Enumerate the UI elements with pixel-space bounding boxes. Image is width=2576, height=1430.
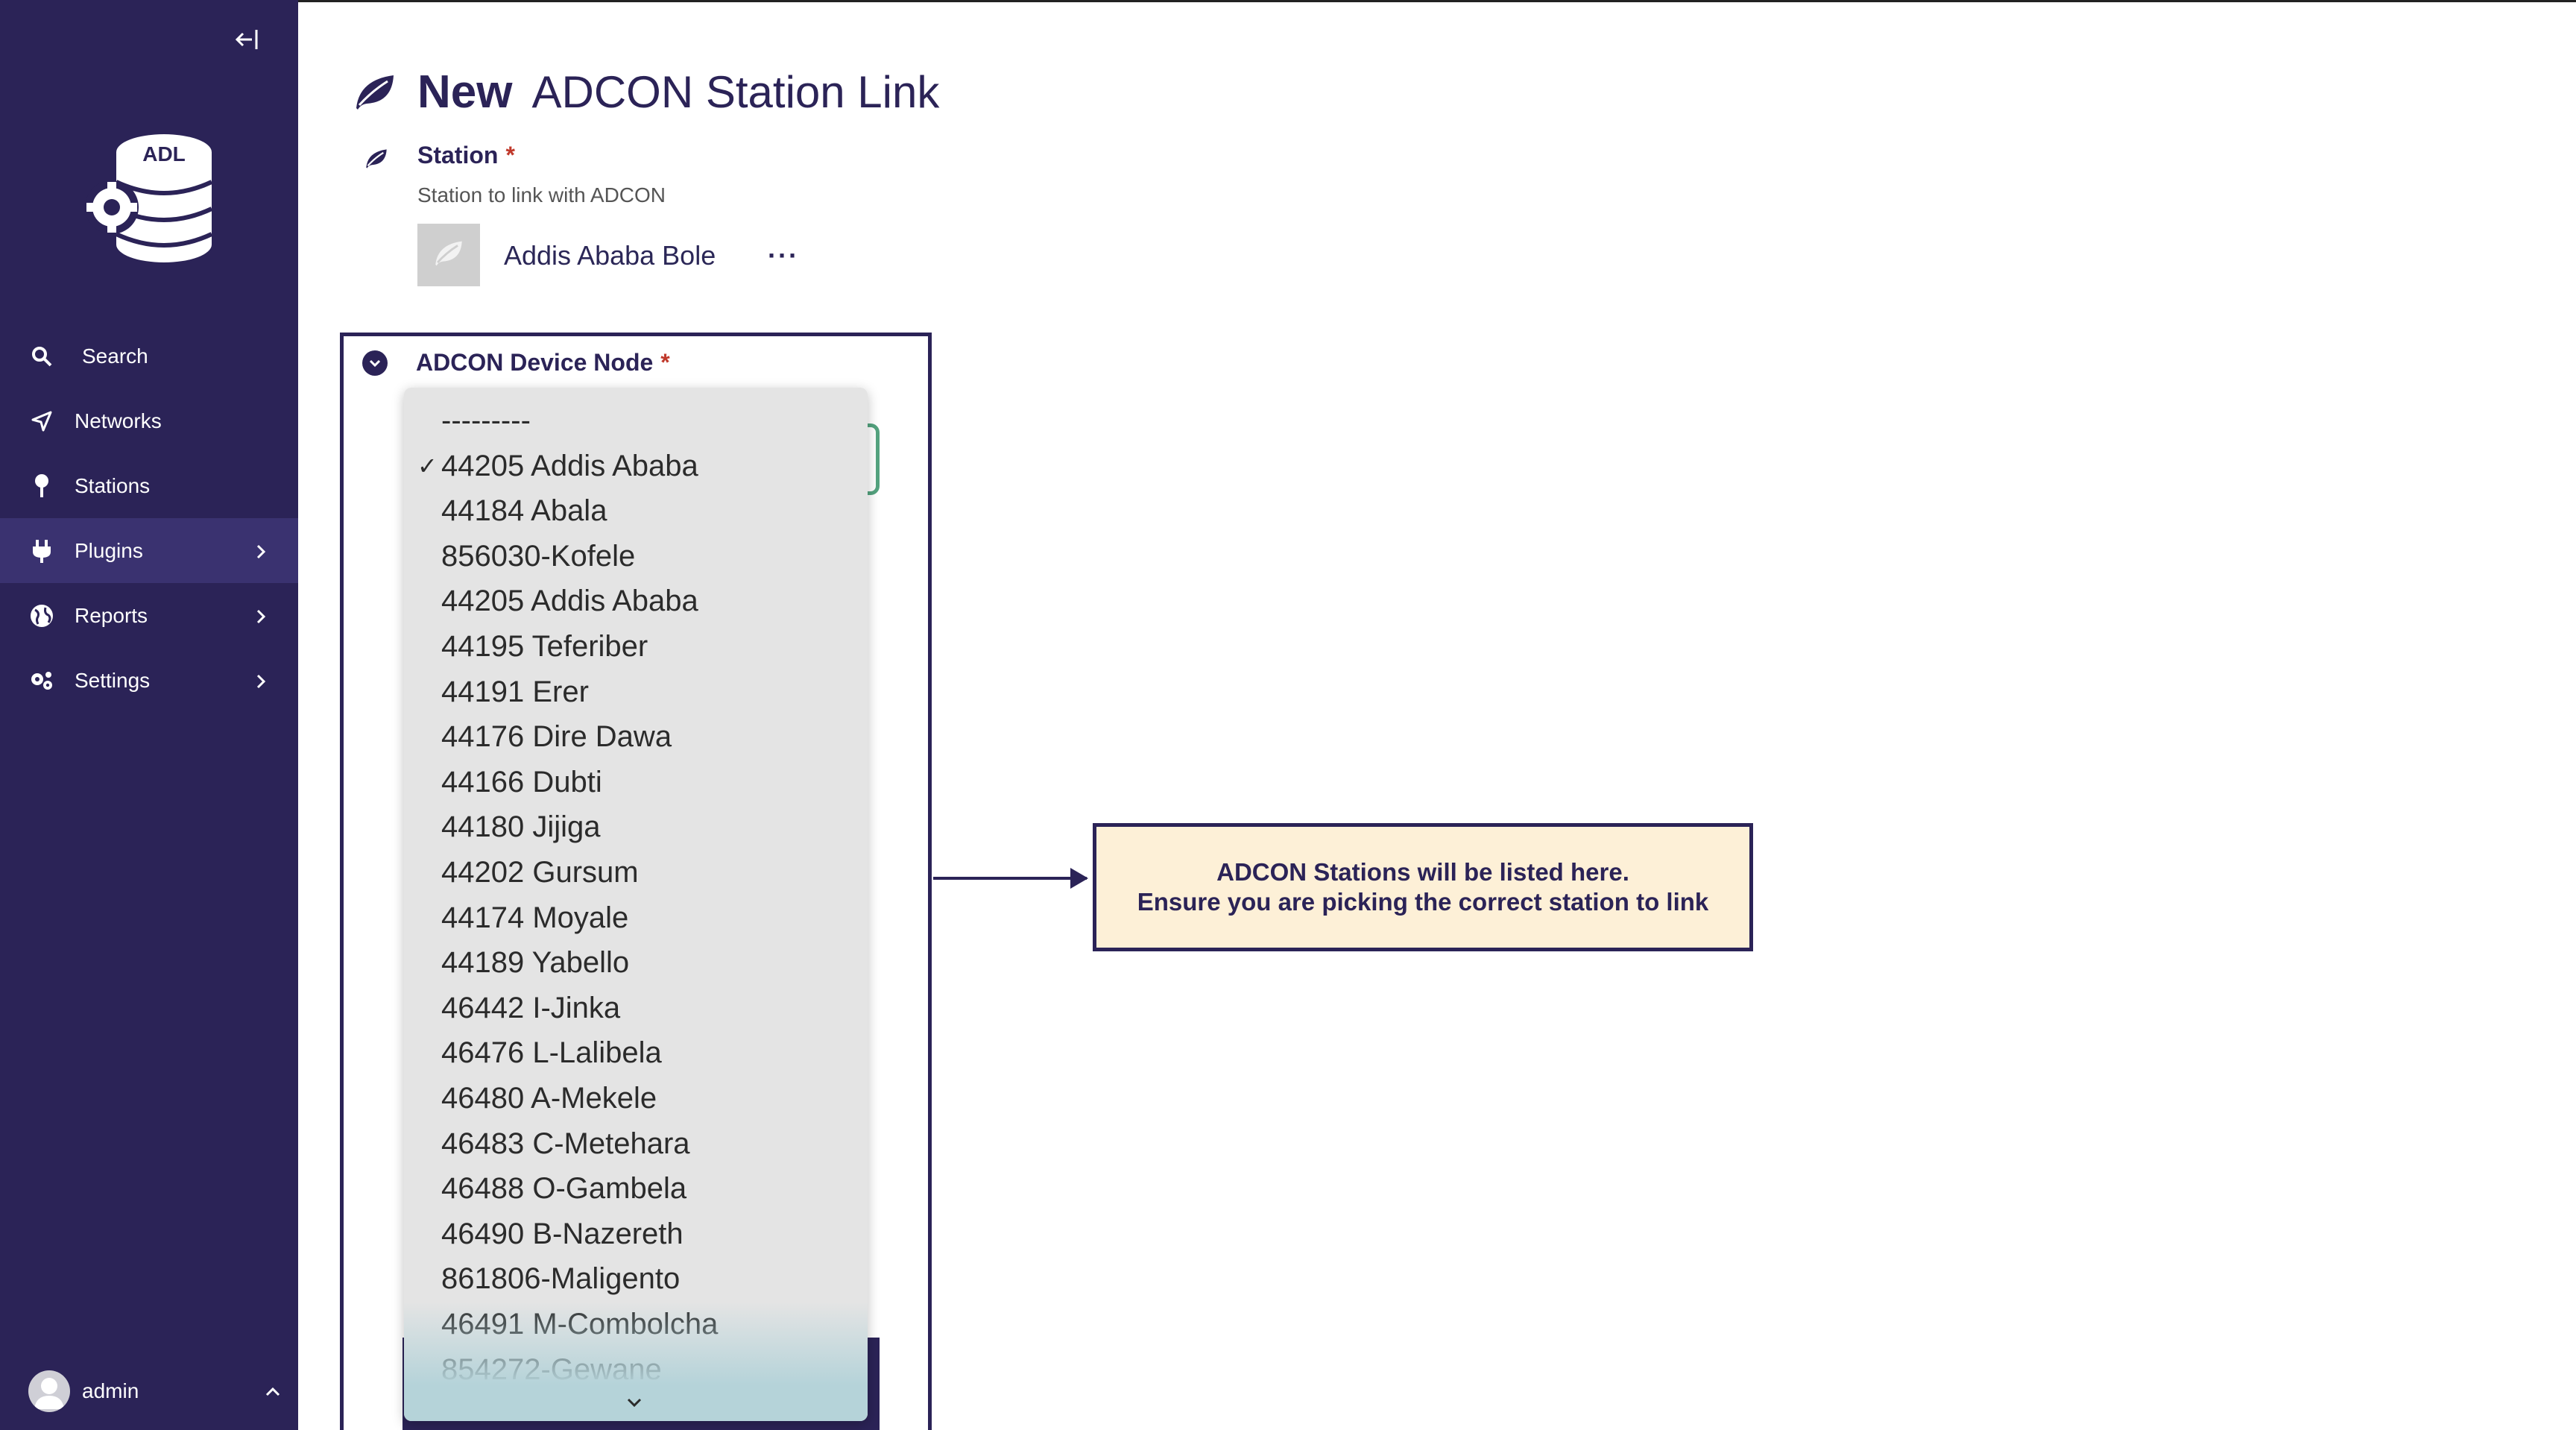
sidebar-item-label: Stations [75, 473, 151, 497]
dropdown-option[interactable]: 861806-Maligento [441, 1256, 680, 1301]
dropdown-option[interactable]: 44195 Teferiber [441, 624, 648, 669]
leaf-icon [364, 146, 389, 171]
dropdown-option[interactable]: 46442 I-Jinka [441, 986, 620, 1030]
sidebar-item-label: Plugins [75, 538, 143, 562]
required-marker: * [505, 142, 515, 168]
leaf-icon [432, 237, 465, 274]
annotation-callout: ADCON Stations will be listed here. Ensu… [1093, 823, 1753, 951]
dropdown-option[interactable]: 46480 A-Mekele [441, 1076, 657, 1121]
checkmark-icon: ✓ [417, 452, 438, 479]
user-name: admin [82, 1379, 139, 1402]
plug-icon [28, 538, 55, 564]
dropdown-option-label: 44195 Teferiber [441, 630, 648, 663]
dropdown-option-label: 44176 Dire Dawa [441, 720, 672, 754]
dropdown-option-label: 44180 Jijiga [441, 810, 601, 844]
dropdown-option[interactable]: 44202 Gursum [441, 850, 639, 895]
dropdown-option-label: 46480 A-Mekele [441, 1082, 657, 1115]
dropdown-option[interactable]: 44189 Yabello [441, 940, 629, 985]
station-label: Station * [417, 142, 515, 168]
sidebar: ADL Search Networks Stations Plugins Rep… [0, 0, 298, 1430]
chevron-right-icon [252, 542, 270, 560]
station-help-text: Station to link with ADCON [417, 183, 666, 207]
device-node-label: ADCON Device Node * [416, 349, 670, 376]
dropdown-option-label: 44166 Dubti [441, 765, 602, 799]
page-title-model: ADCON Station Link [531, 67, 940, 117]
leaf-icon [352, 69, 398, 116]
dropdown-option-label: 46476 L-Lalibela [441, 1036, 662, 1070]
sidebar-item-search[interactable]: Search [0, 324, 298, 388]
avatar [28, 1370, 70, 1412]
chevron-up-icon [264, 1382, 282, 1400]
selected-station-name[interactable]: Addis Ababa Bole [504, 240, 716, 271]
chevron-right-icon [252, 607, 270, 625]
page-title: New ADCON Station Link [352, 66, 939, 119]
sidebar-item-label: Search [82, 344, 148, 368]
more-options-button[interactable]: ··· [768, 240, 799, 271]
annotation-line-1: ADCON Stations will be listed here. [1216, 858, 1629, 886]
dropdown-option[interactable]: 44180 Jijiga [441, 804, 601, 849]
dropdown-option-label: 44205 Addis Ababa [441, 585, 698, 618]
dropdown-option[interactable]: 46488 O-Gambela [441, 1166, 686, 1211]
required-marker: * [660, 349, 670, 376]
networks-icon [28, 408, 55, 435]
dropdown-option[interactable]: 46483 C-Metehara [441, 1121, 690, 1166]
gears-icon [28, 667, 55, 694]
collapse-sidebar-icon[interactable] [233, 25, 264, 54]
dropdown-option[interactable]: 44191 Erer [441, 670, 589, 714]
dropdown-option-label: 44189 Yabello [441, 946, 630, 980]
dropdown-option-label: 44184 Abala [441, 494, 607, 528]
dropdown-option-label: --------- [441, 404, 531, 437]
sidebar-item-plugins[interactable]: Plugins [0, 518, 298, 583]
annotation-line-2: Ensure you are picking the correct stati… [1137, 888, 1709, 916]
sidebar-item-label: Reports [75, 603, 148, 627]
dropdown-option-label: 44202 Gursum [441, 856, 639, 889]
page-title-action: New [417, 66, 513, 118]
sidebar-nav: Search Networks Stations Plugins Reports… [0, 324, 298, 713]
device-node-dropdown[interactable]: 854272-Gewane46491 M-Combolcha861806-Mal… [404, 388, 868, 1421]
annotation-arrow-head [1070, 868, 1088, 889]
dropdown-option-label: 46490 B-Nazereth [441, 1217, 684, 1250]
dropdown-option-label: 46442 I-Jinka [441, 991, 621, 1024]
dropdown-option[interactable]: 46476 L-Lalibela [441, 1030, 662, 1075]
sidebar-item-stations[interactable]: Stations [0, 453, 298, 518]
annotation-arrow [933, 877, 1087, 880]
dropdown-option[interactable]: 44176 Dire Dawa [441, 714, 672, 759]
dropdown-option[interactable]: 44166 Dubti [441, 760, 602, 804]
dropdown-option[interactable]: 44205 Addis Ababa [441, 579, 698, 623]
sidebar-item-reports[interactable]: Reports [0, 583, 298, 648]
dropdown-option-label: 44205 Addis Ababa [441, 449, 698, 482]
map-pin-icon [28, 473, 55, 500]
top-border [298, 0, 2576, 2]
dropdown-option-label: 44191 Erer [441, 675, 589, 708]
sidebar-item-settings[interactable]: Settings [0, 648, 298, 713]
sidebar-item-label: Settings [75, 668, 151, 692]
device-node-field-header[interactable]: ADCON Device Node * [362, 349, 670, 377]
sidebar-item-networks[interactable]: Networks [0, 388, 298, 453]
station-thumbnail[interactable] [417, 224, 480, 286]
dropdown-option[interactable]: 46490 B-Nazereth [441, 1212, 684, 1256]
search-icon [28, 343, 55, 370]
dropdown-option-label: 46483 C-Metehara [441, 1127, 690, 1160]
chevron-down-circle-icon[interactable] [362, 350, 388, 376]
adl-logo: ADL [82, 130, 216, 271]
dropdown-option-empty[interactable]: --------- [441, 398, 531, 443]
dropdown-option[interactable]: 44174 Moyale [441, 895, 628, 940]
dropdown-option[interactable]: 44184 Abala [441, 488, 607, 533]
dropdown-option[interactable]: 856030-Kofele [441, 534, 635, 579]
user-menu[interactable]: admin [28, 1370, 282, 1412]
globe-icon [28, 602, 55, 629]
dropdown-option-label: 46488 O-Gambela [441, 1172, 687, 1206]
dropdown-option-label: 861806-Maligento [441, 1262, 681, 1296]
sidebar-item-label: Networks [75, 409, 162, 432]
dropdown-option[interactable]: ✓ 44205 Addis Ababa [417, 444, 698, 488]
scroll-down-icon[interactable] [625, 1396, 644, 1409]
dropdown-option-label: 856030-Kofele [441, 539, 636, 573]
chevron-right-icon [252, 672, 270, 690]
logo-text: ADL [142, 142, 186, 166]
dropdown-option-label: 44174 Moyale [441, 901, 629, 934]
